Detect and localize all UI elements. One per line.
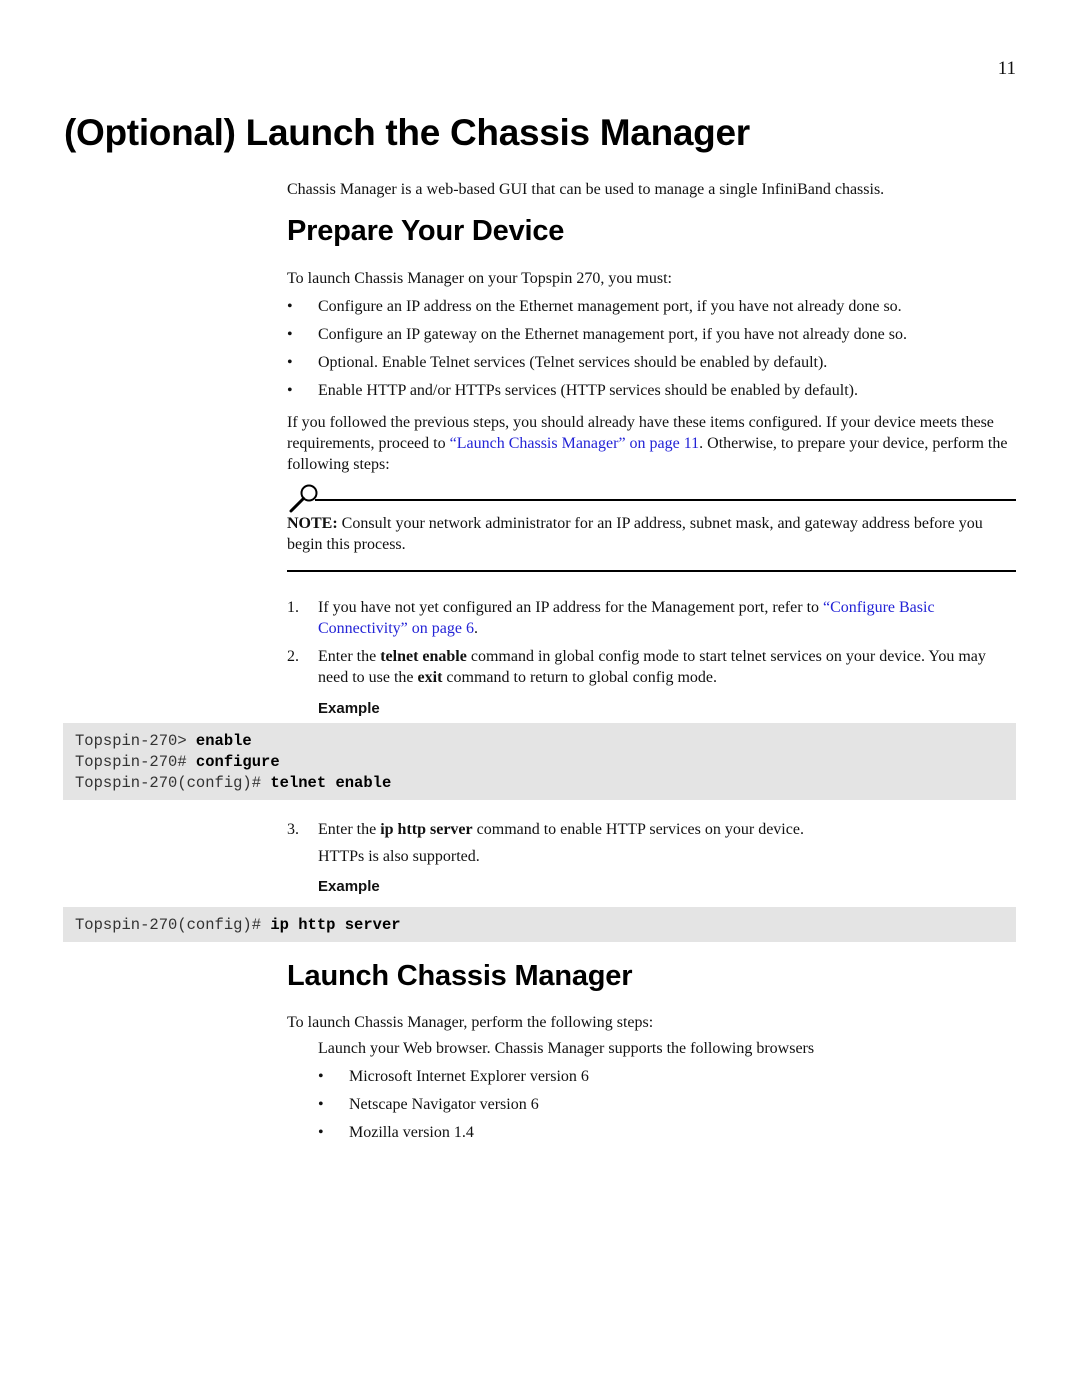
step-text-part: command to return to global config mode. — [442, 669, 718, 686]
list-item: • Microsoft Internet Explorer version 6 — [318, 1066, 1016, 1087]
step-number: 2. — [287, 648, 299, 665]
step-text-part: Enter the — [318, 648, 381, 665]
command-name: telnet enable — [380, 648, 467, 665]
bullet-icon: • — [287, 354, 293, 371]
bullet-icon: • — [318, 1096, 324, 1113]
code-line: Topspin-270(config)# telnet enable — [75, 773, 1004, 794]
command-name: ip http server — [380, 821, 473, 838]
step-text-part: . — [473, 620, 478, 637]
code-line: Topspin-270(config)# ip http server — [75, 915, 1004, 936]
prepare-paragraph: If you followed the previous steps, you … — [287, 412, 1016, 475]
example-label: Example — [318, 878, 380, 895]
list-item: • Netscape Navigator version 6 — [318, 1094, 1016, 1115]
step-row: 3. Enter the ip http server command to e… — [287, 819, 1016, 840]
step-text-part: Enter the — [318, 821, 381, 838]
note-text: NOTE: Consult your network administrator… — [287, 513, 1016, 555]
step-2: 2. Enter the telnet enable command in gl… — [287, 646, 1016, 688]
step-text: If you have not yet configured an IP add… — [318, 597, 1016, 639]
note-bottom-rule — [287, 570, 1016, 572]
step-row: 1. If you have not yet configured an IP … — [287, 597, 1016, 639]
note-label: NOTE: — [287, 515, 338, 532]
launch-lead: To launch Chassis Manager, perform the f… — [287, 1014, 654, 1031]
list-item: • Mozilla version 1.4 — [318, 1122, 1016, 1143]
example-label: Example — [318, 700, 380, 717]
step-text: Enter the ip http server command to enab… — [318, 819, 804, 840]
cli-command: ip http server — [270, 916, 401, 934]
list-item-text: Optional. Enable Telnet services (Telnet… — [318, 354, 828, 371]
list-item-text: Netscape Navigator version 6 — [349, 1096, 539, 1113]
command-name: exit — [417, 669, 443, 686]
note-body: Consult your network administrator for a… — [287, 515, 983, 553]
launch-step-text: Launch your Web browser. Chassis Manager… — [318, 1040, 815, 1057]
magnifier-icon — [287, 483, 318, 513]
step-number: 3. — [287, 821, 299, 838]
launch-chassis-manager-link[interactable]: “Launch Chassis Manager” on page 11 — [450, 435, 700, 452]
code-line: Topspin-270> enable — [75, 731, 1004, 752]
section-heading-prepare: Prepare Your Device — [287, 215, 565, 247]
page-title: (Optional) Launch the Chassis Manager — [64, 112, 750, 153]
cli-prompt: Topspin-270(config)# — [75, 774, 271, 792]
step-3-line-2: HTTPs is also supported. — [318, 848, 480, 865]
bullet-icon: • — [318, 1124, 324, 1141]
cli-command: telnet enable — [270, 774, 392, 792]
list-item-text: Configure an IP address on the Ethernet … — [318, 298, 902, 315]
list-item: • Configure an IP gateway on the Etherne… — [287, 324, 1016, 345]
bullet-icon: • — [318, 1068, 324, 1085]
list-item-text: Mozilla version 1.4 — [349, 1124, 474, 1141]
bullet-icon: • — [287, 298, 293, 315]
prepare-lead: To launch Chassis Manager on your Topspi… — [287, 270, 672, 287]
list-item-text: Microsoft Internet Explorer version 6 — [349, 1068, 589, 1085]
intro-paragraph: Chassis Manager is a web-based GUI that … — [287, 181, 885, 198]
code-example-http: Topspin-270(config)# ip http server — [63, 907, 1016, 942]
cli-command: enable — [195, 732, 252, 750]
code-example-telnet: Topspin-270> enable Topspin-270# configu… — [63, 723, 1016, 800]
note-top-rule — [315, 499, 1016, 501]
requirements-list: • Configure an IP address on the Etherne… — [287, 296, 1016, 401]
bullet-icon: • — [287, 326, 293, 343]
step-text: Enter the telnet enable command in globa… — [318, 646, 1016, 688]
cli-prompt: Topspin-270> — [75, 732, 196, 750]
page-number: 11 — [997, 58, 1016, 79]
step-1: 1. If you have not yet configured an IP … — [287, 597, 1016, 639]
list-item-text: Enable HTTP and/or HTTPs services (HTTP … — [318, 382, 858, 399]
step-text-part: If you have not yet configured an IP add… — [318, 599, 824, 616]
step-text-part: command to enable HTTP services on your … — [472, 821, 804, 838]
browser-list: • Microsoft Internet Explorer version 6 … — [318, 1066, 1016, 1143]
list-item: • Enable HTTP and/or HTTPs services (HTT… — [287, 380, 1016, 401]
step-row: 2. Enter the telnet enable command in gl… — [287, 646, 1016, 688]
code-line: Topspin-270# configure — [75, 752, 1004, 773]
step-3: 3. Enter the ip http server command to e… — [287, 819, 1016, 867]
cli-command: configure — [195, 753, 280, 771]
bullet-icon: • — [287, 382, 293, 399]
section-heading-launch: Launch Chassis Manager — [287, 960, 633, 992]
list-item: • Configure an IP address on the Etherne… — [287, 296, 1016, 317]
cli-prompt: Topspin-270# — [75, 753, 196, 771]
list-item-text: Configure an IP gateway on the Ethernet … — [318, 326, 907, 343]
step-number: 1. — [287, 599, 299, 616]
cli-prompt: Topspin-270(config)# — [75, 916, 271, 934]
list-item: • Optional. Enable Telnet services (Teln… — [287, 352, 1016, 373]
